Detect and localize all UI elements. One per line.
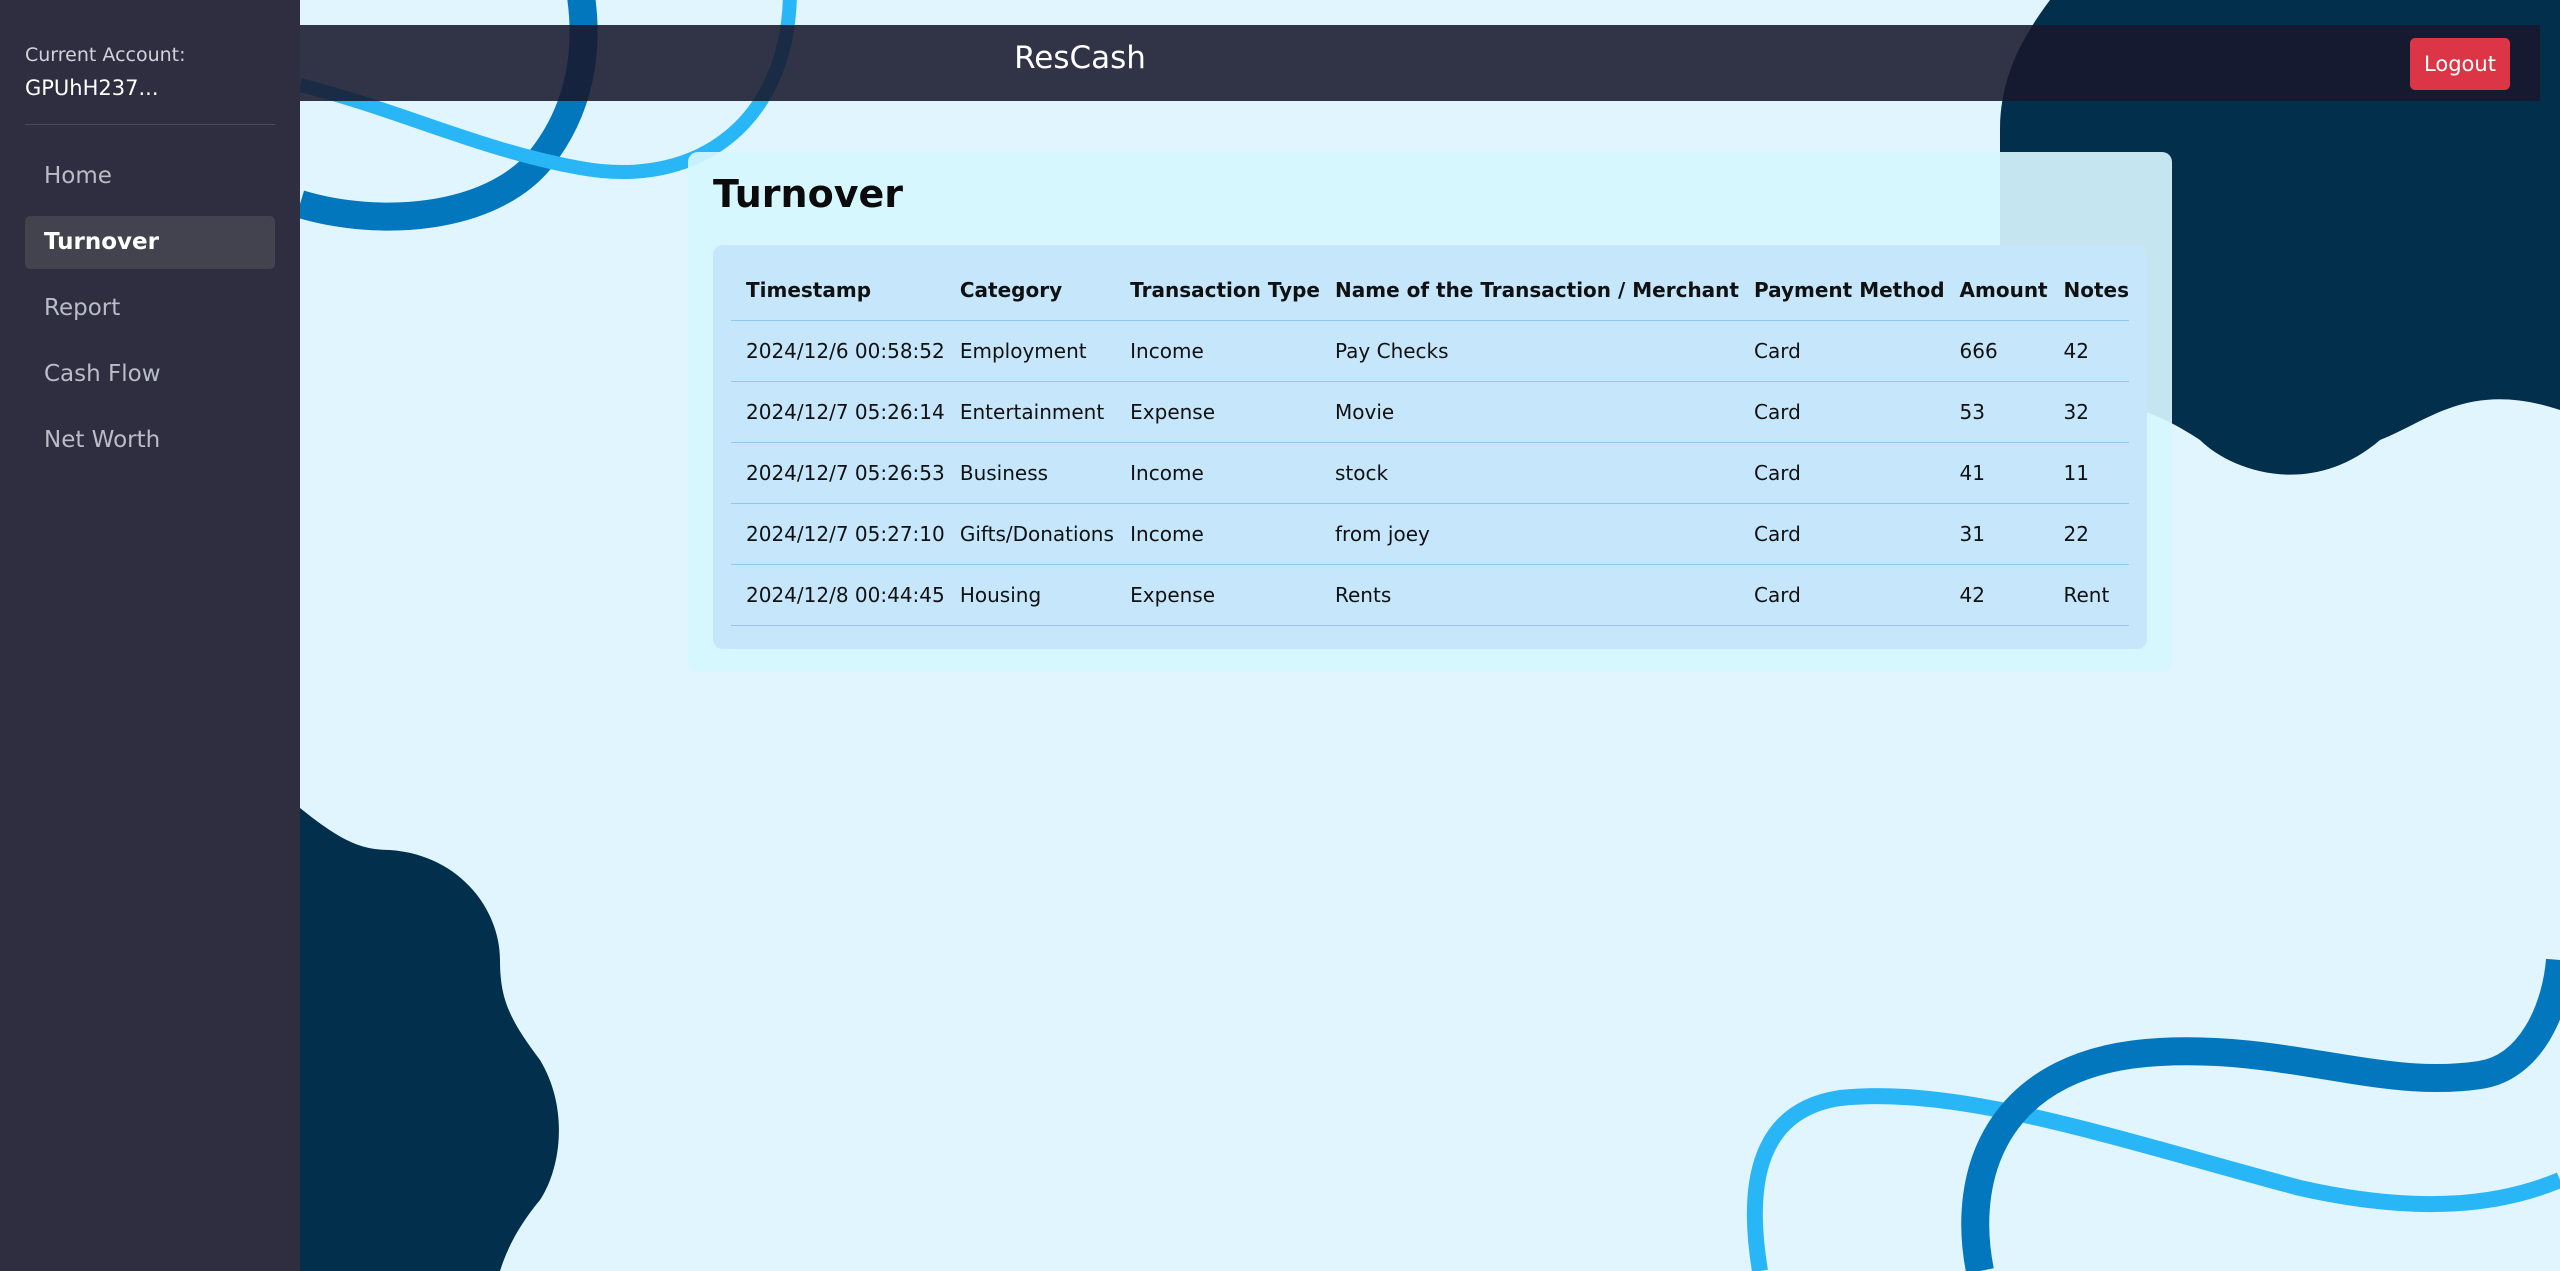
app-title: ResCash [1014, 40, 1146, 76]
cell-transaction-type: Income [1115, 320, 1320, 382]
table-row: 2024/12/8 00:44:45 Housing Expense Rents… [731, 564, 2129, 626]
cell-notes: 42 [2048, 320, 2129, 382]
cell-merchant: Movie [1320, 381, 1739, 443]
cell-category: Entertainment [944, 381, 1116, 443]
cell-notes: 22 [2048, 503, 2129, 565]
cell-notes: Rent [2048, 564, 2129, 626]
table-header-row: Timestamp Category Transaction Type Name… [731, 259, 2129, 321]
column-header-category: Category [944, 259, 1116, 321]
app-window: Current Account: GPUhH237... Home Turnov… [0, 0, 2560, 1271]
cell-merchant: Rents [1320, 564, 1739, 626]
cell-transaction-type: Income [1115, 442, 1320, 504]
cell-payment-method: Card [1738, 442, 1945, 504]
cell-transaction-type: Expense [1115, 381, 1320, 443]
cell-merchant: Pay Checks [1320, 320, 1739, 382]
cell-payment-method: Card [1738, 564, 1945, 626]
top-header: ResCash Logout [300, 25, 2540, 101]
sidebar-item-turnover[interactable]: Turnover [25, 216, 275, 269]
column-header-payment-method: Payment Method [1738, 259, 1945, 321]
sidebar: Current Account: GPUhH237... Home Turnov… [0, 0, 300, 1271]
column-header-timestamp: Timestamp [731, 259, 945, 321]
cell-transaction-type: Expense [1115, 564, 1320, 626]
cell-notes: 32 [2048, 381, 2129, 443]
cell-merchant: stock [1320, 442, 1739, 504]
cell-payment-method: Card [1738, 381, 1945, 443]
current-account-label: Current Account: [25, 44, 186, 66]
sidebar-item-report[interactable]: Report [25, 282, 275, 335]
sidebar-item-net-worth[interactable]: Net Worth [25, 414, 275, 467]
table-row: 2024/12/7 05:26:14 Entertainment Expense… [731, 381, 2129, 443]
cell-amount: 53 [1944, 381, 2049, 443]
cell-timestamp: 2024/12/7 05:26:53 [731, 442, 945, 504]
cell-timestamp: 2024/12/8 00:44:45 [731, 564, 945, 626]
logout-button[interactable]: Logout [2410, 38, 2510, 90]
table-row: 2024/12/7 05:26:53 Business Income stock… [731, 442, 2129, 504]
table-row: 2024/12/7 05:27:10 Gifts/Donations Incom… [731, 503, 2129, 565]
cell-merchant: from joey [1320, 503, 1739, 565]
column-header-merchant: Name of the Transaction / Merchant [1320, 259, 1739, 321]
cell-payment-method: Card [1738, 320, 1945, 382]
cell-category: Business [944, 442, 1116, 504]
sidebar-item-cash-flow[interactable]: Cash Flow [25, 348, 275, 401]
page-title: Turnover [713, 172, 903, 216]
sidebar-divider [25, 124, 275, 125]
sidebar-item-home[interactable]: Home [25, 150, 275, 203]
cell-amount: 666 [1944, 320, 2049, 382]
cell-category: Employment [944, 320, 1116, 382]
cell-timestamp: 2024/12/7 05:26:14 [731, 381, 945, 443]
cell-timestamp: 2024/12/7 05:27:10 [731, 503, 945, 565]
table-row: 2024/12/6 00:58:52 Employment Income Pay… [731, 320, 2129, 382]
bottom-right-wave-dark [1961, 958, 2560, 1271]
bottom-right-wave-light [1746, 1088, 2560, 1271]
cell-transaction-type: Income [1115, 503, 1320, 565]
column-header-notes: Notes [2048, 259, 2129, 321]
bottom-left-blob [300, 808, 559, 1271]
turnover-card: Turnover Timestamp Category Transaction … [688, 152, 2172, 672]
cell-notes: 11 [2048, 442, 2129, 504]
transactions-table: Timestamp Category Transaction Type Name… [731, 259, 2129, 626]
current-account-id: GPUhH237... [25, 76, 159, 100]
transactions-table-container: Timestamp Category Transaction Type Name… [713, 245, 2147, 649]
cell-timestamp: 2024/12/6 00:58:52 [731, 320, 945, 382]
cell-amount: 42 [1944, 564, 2049, 626]
cell-amount: 41 [1944, 442, 2049, 504]
cell-payment-method: Card [1738, 503, 1945, 565]
cell-category: Gifts/Donations [944, 503, 1116, 565]
sidebar-nav: Home Turnover Report Cash Flow Net Worth [25, 150, 275, 480]
cell-category: Housing [944, 564, 1116, 626]
column-header-amount: Amount [1944, 259, 2049, 321]
column-header-transaction-type: Transaction Type [1115, 259, 1320, 321]
app-title-container: ResCash [300, 25, 2540, 91]
cell-amount: 31 [1944, 503, 2049, 565]
